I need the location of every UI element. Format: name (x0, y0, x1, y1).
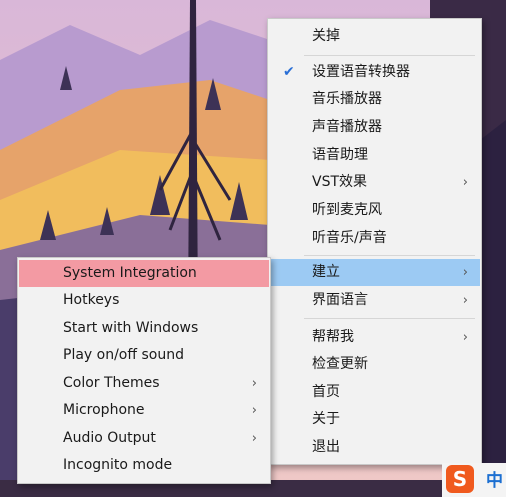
chevron-right-icon: › (462, 330, 468, 345)
menu-item-label: 听到麦克风 (312, 202, 382, 218)
menu-item-label: Audio Output (63, 430, 156, 446)
submenu-item-audio-output[interactable]: Audio Output › (19, 425, 269, 452)
menu-item-vst-effects[interactable]: VST效果 › (269, 169, 480, 196)
menu-item-label: VST效果 (312, 174, 368, 190)
menu-separator (304, 55, 475, 56)
checkmark-icon: ✔ (283, 64, 295, 80)
menu-item-label: 退出 (312, 439, 340, 455)
menu-item-voice-assistant[interactable]: 语音助理 (269, 142, 480, 169)
submenu-item-incognito-mode[interactable]: Incognito mode (19, 452, 269, 479)
menu-item-label: Hotkeys (63, 292, 120, 308)
menu-item-label: 检查更新 (312, 356, 368, 372)
menu-item-label: 音乐播放器 (312, 91, 382, 107)
menu-item-label: 首页 (312, 384, 340, 400)
submenu-item-hotkeys[interactable]: Hotkeys (19, 287, 269, 314)
menu-item-settings[interactable]: 建立 › (269, 259, 480, 286)
menu-separator (304, 318, 475, 319)
chevron-right-icon: › (251, 376, 257, 391)
menu-item-label: 关掉 (312, 28, 340, 44)
menu-item-label: 关于 (312, 411, 340, 427)
menu-item-label: 声音播放器 (312, 119, 382, 135)
menu-item-about[interactable]: 关于 (269, 406, 480, 433)
submenu-item-start-with-windows[interactable]: Start with Windows (19, 315, 269, 342)
menu-item-homepage[interactable]: 首页 (269, 379, 480, 406)
menu-item-label: Microphone (63, 402, 145, 418)
menu-item-sound-player[interactable]: 声音播放器 (269, 114, 480, 141)
menu-item-hear-microphone[interactable]: 听到麦克风 (269, 197, 480, 224)
chevron-right-icon: › (251, 403, 257, 418)
menu-item-label: 设置语音转换器 (312, 64, 410, 80)
menu-item-label: 听音乐/声音 (312, 230, 387, 246)
menu-item-label: 建立 (312, 264, 340, 280)
submenu-item-play-sound[interactable]: Play on/off sound (19, 342, 269, 369)
menu-item-label: System Integration (63, 265, 197, 281)
menu-item-interface-language[interactable]: 界面语言 › (269, 287, 480, 314)
menu-item-label: Start with Windows (63, 320, 199, 336)
menu-item-hear-music[interactable]: 听音乐/声音 (269, 225, 480, 252)
menu-item-close[interactable]: 关掉 (269, 23, 480, 50)
menu-item-voice-changer[interactable]: ✔ 设置语音转换器 (269, 59, 480, 86)
menu-item-label: 界面语言 (312, 292, 368, 308)
menu-item-label: Incognito mode (63, 457, 173, 473)
menu-item-label: Play on/off sound (63, 347, 184, 363)
submenu-item-color-themes[interactable]: Color Themes › (19, 370, 269, 397)
menu-item-exit[interactable]: 退出 (269, 434, 480, 461)
chevron-right-icon: › (462, 293, 468, 308)
settings-submenu: System Integration Hotkeys Start with Wi… (17, 257, 271, 484)
menu-item-label: 语音助理 (312, 147, 368, 163)
submenu-item-microphone[interactable]: Microphone › (19, 397, 269, 424)
sogou-ime-icon[interactable]: S (446, 465, 474, 493)
chevron-right-icon: › (462, 265, 468, 280)
menu-item-music-player[interactable]: 音乐播放器 (269, 86, 480, 113)
menu-separator (304, 255, 475, 256)
chevron-right-icon: › (462, 175, 468, 190)
menu-item-help[interactable]: 帮帮我 › (269, 324, 480, 351)
menu-item-label: Color Themes (63, 375, 160, 391)
menu-item-check-updates[interactable]: 检查更新 (269, 351, 480, 378)
menu-item-label: 帮帮我 (312, 329, 354, 345)
ime-mode-indicator[interactable]: 中 (486, 466, 503, 491)
chevron-right-icon: › (251, 431, 257, 446)
tray-context-menu: 关掉 ✔ 设置语音转换器 音乐播放器 声音播放器 语音助理 VST效果 › 听到… (267, 18, 482, 465)
submenu-item-system-integration[interactable]: System Integration (19, 260, 269, 287)
